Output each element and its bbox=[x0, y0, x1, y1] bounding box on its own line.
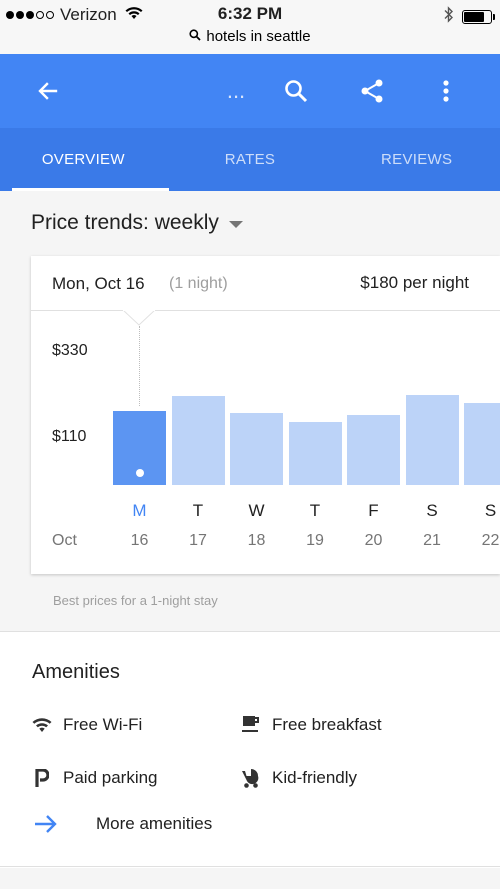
date-label: 19 bbox=[306, 532, 324, 549]
amenity-parking: Paid parking bbox=[31, 767, 158, 789]
amenity-breakfast: Free breakfast bbox=[240, 714, 382, 736]
chart-card-header: Mon, Oct 16 (1 night) $180 per night bbox=[31, 256, 500, 311]
search-small-icon bbox=[189, 28, 202, 45]
date-label: 21 bbox=[423, 532, 441, 549]
status-right bbox=[444, 6, 495, 28]
dropdown-arrow-icon bbox=[228, 211, 243, 235]
date-label: 20 bbox=[364, 532, 383, 549]
chart-bar[interactable] bbox=[288, 422, 342, 485]
price-trends-title: Price trends: weekly bbox=[31, 211, 219, 234]
day-label: T bbox=[192, 501, 204, 520]
amenity-label: Kid-friendly bbox=[272, 768, 358, 787]
price-chart-card: Mon, Oct 16 (1 night) $180 per night $33… bbox=[31, 256, 500, 574]
tab-bar: OVERVIEW RATES REVIEWS bbox=[0, 128, 500, 191]
more-amenities-label: More amenities bbox=[96, 814, 213, 833]
clock: 6:32 PM bbox=[217, 4, 283, 23]
amenity-label: Free Wi-Fi bbox=[63, 715, 143, 734]
chart-bar[interactable] bbox=[464, 402, 500, 485]
app-bar: ... bbox=[0, 54, 500, 128]
wifi-icon bbox=[31, 714, 53, 736]
chart-bar[interactable] bbox=[347, 414, 400, 485]
amenities-title: Amenities bbox=[32, 661, 120, 683]
day-label: M bbox=[132, 501, 147, 520]
price-trends-selector[interactable]: Price trends: weekly bbox=[31, 211, 243, 235]
status-bar: Verizon 6:32 PM hotels in seattle bbox=[0, 0, 500, 54]
more-dots-button[interactable]: ... bbox=[214, 54, 258, 128]
stroller-icon bbox=[240, 767, 262, 789]
date-label: 17 bbox=[189, 532, 207, 549]
price-per-night: $180 per night bbox=[360, 273, 469, 292]
selected-date: Mon, Oct 16 bbox=[52, 274, 145, 293]
amenity-label: Free breakfast bbox=[272, 715, 382, 734]
day-label: W bbox=[248, 501, 265, 520]
amenity-wifi: Free Wi-Fi bbox=[31, 714, 142, 736]
day-label: S bbox=[484, 501, 497, 520]
more-amenities-link[interactable]: More amenities bbox=[34, 814, 212, 834]
chart-bar[interactable] bbox=[405, 394, 459, 485]
chart-bar-selected[interactable] bbox=[113, 410, 166, 485]
day-label: S bbox=[426, 501, 438, 520]
bluetooth-icon bbox=[444, 6, 454, 28]
section-divider bbox=[0, 866, 500, 867]
month-label: Oct bbox=[52, 532, 77, 549]
tab-rates[interactable]: RATES bbox=[167, 128, 334, 191]
day-label: T bbox=[309, 501, 321, 520]
date-label: 18 bbox=[247, 532, 266, 549]
url-bar[interactable]: hotels in seattle bbox=[0, 28, 500, 45]
share-icon[interactable] bbox=[350, 54, 394, 128]
overflow-menu-icon[interactable] bbox=[424, 54, 468, 128]
y-tick-label: $110 bbox=[52, 428, 87, 445]
date-label: 22 bbox=[481, 532, 500, 549]
price-footnote: Best prices for a 1-night stay bbox=[53, 593, 218, 608]
amenity-kid-friendly: Kid-friendly bbox=[240, 767, 357, 789]
day-label: F bbox=[368, 501, 379, 520]
search-icon[interactable] bbox=[274, 54, 318, 128]
selected-marker-dot bbox=[135, 468, 144, 477]
tab-overview[interactable]: OVERVIEW bbox=[0, 128, 169, 191]
amenity-label: Paid parking bbox=[63, 768, 158, 787]
chart-bar[interactable] bbox=[171, 395, 225, 485]
date-label: 16 bbox=[130, 532, 149, 549]
selection-pointer-icon bbox=[123, 310, 155, 326]
chart-bar[interactable] bbox=[230, 412, 283, 485]
tab-reviews[interactable]: REVIEWS bbox=[333, 128, 500, 191]
battery-icon bbox=[462, 10, 495, 24]
selection-guide-line bbox=[139, 326, 140, 406]
back-arrow-icon[interactable] bbox=[26, 54, 70, 128]
y-tick-label: $330 bbox=[52, 342, 88, 359]
parking-icon bbox=[31, 767, 53, 789]
coffee-icon bbox=[240, 714, 262, 736]
nights-count: (1 night) bbox=[169, 275, 228, 292]
arrow-forward-icon bbox=[34, 814, 58, 834]
url-text: hotels in seattle bbox=[206, 28, 311, 45]
amenities-section: Amenities Free Wi-Fi Free breakfast Paid… bbox=[0, 632, 500, 868]
